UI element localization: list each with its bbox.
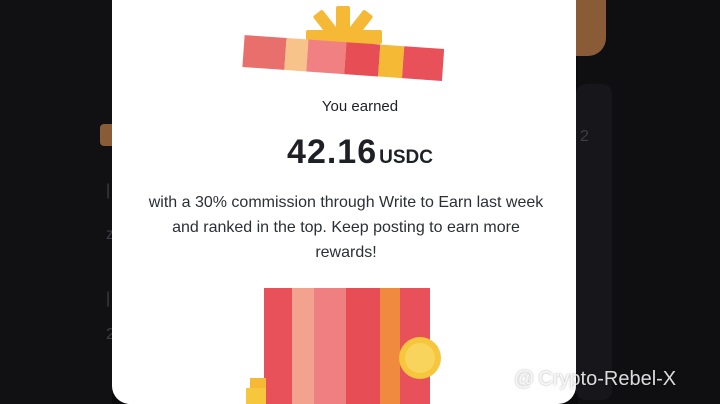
gift-box-icon bbox=[246, 288, 441, 404]
background-left-panel bbox=[0, 0, 112, 404]
reward-description: with a 30% commission through Write to E… bbox=[148, 194, 544, 261]
binance-diamond-icon bbox=[484, 366, 510, 392]
background-text-fragment: | bbox=[106, 182, 111, 199]
background-text-fragment: | bbox=[106, 290, 111, 307]
reward-amount: 42.16 bbox=[287, 133, 378, 171]
watermark-at: @ bbox=[514, 367, 535, 390]
reward-currency: USDC bbox=[379, 147, 433, 168]
background-text-fragment: 2 bbox=[580, 128, 589, 145]
reward-amount-row: 42.16 USDC bbox=[140, 133, 580, 172]
watermark: @ Crypto-Rebel-X bbox=[484, 366, 676, 392]
earned-label: You earned bbox=[321, 98, 399, 115]
watermark-handle: Crypto-Rebel-X bbox=[538, 367, 677, 390]
gift-lid-icon bbox=[242, 6, 445, 81]
